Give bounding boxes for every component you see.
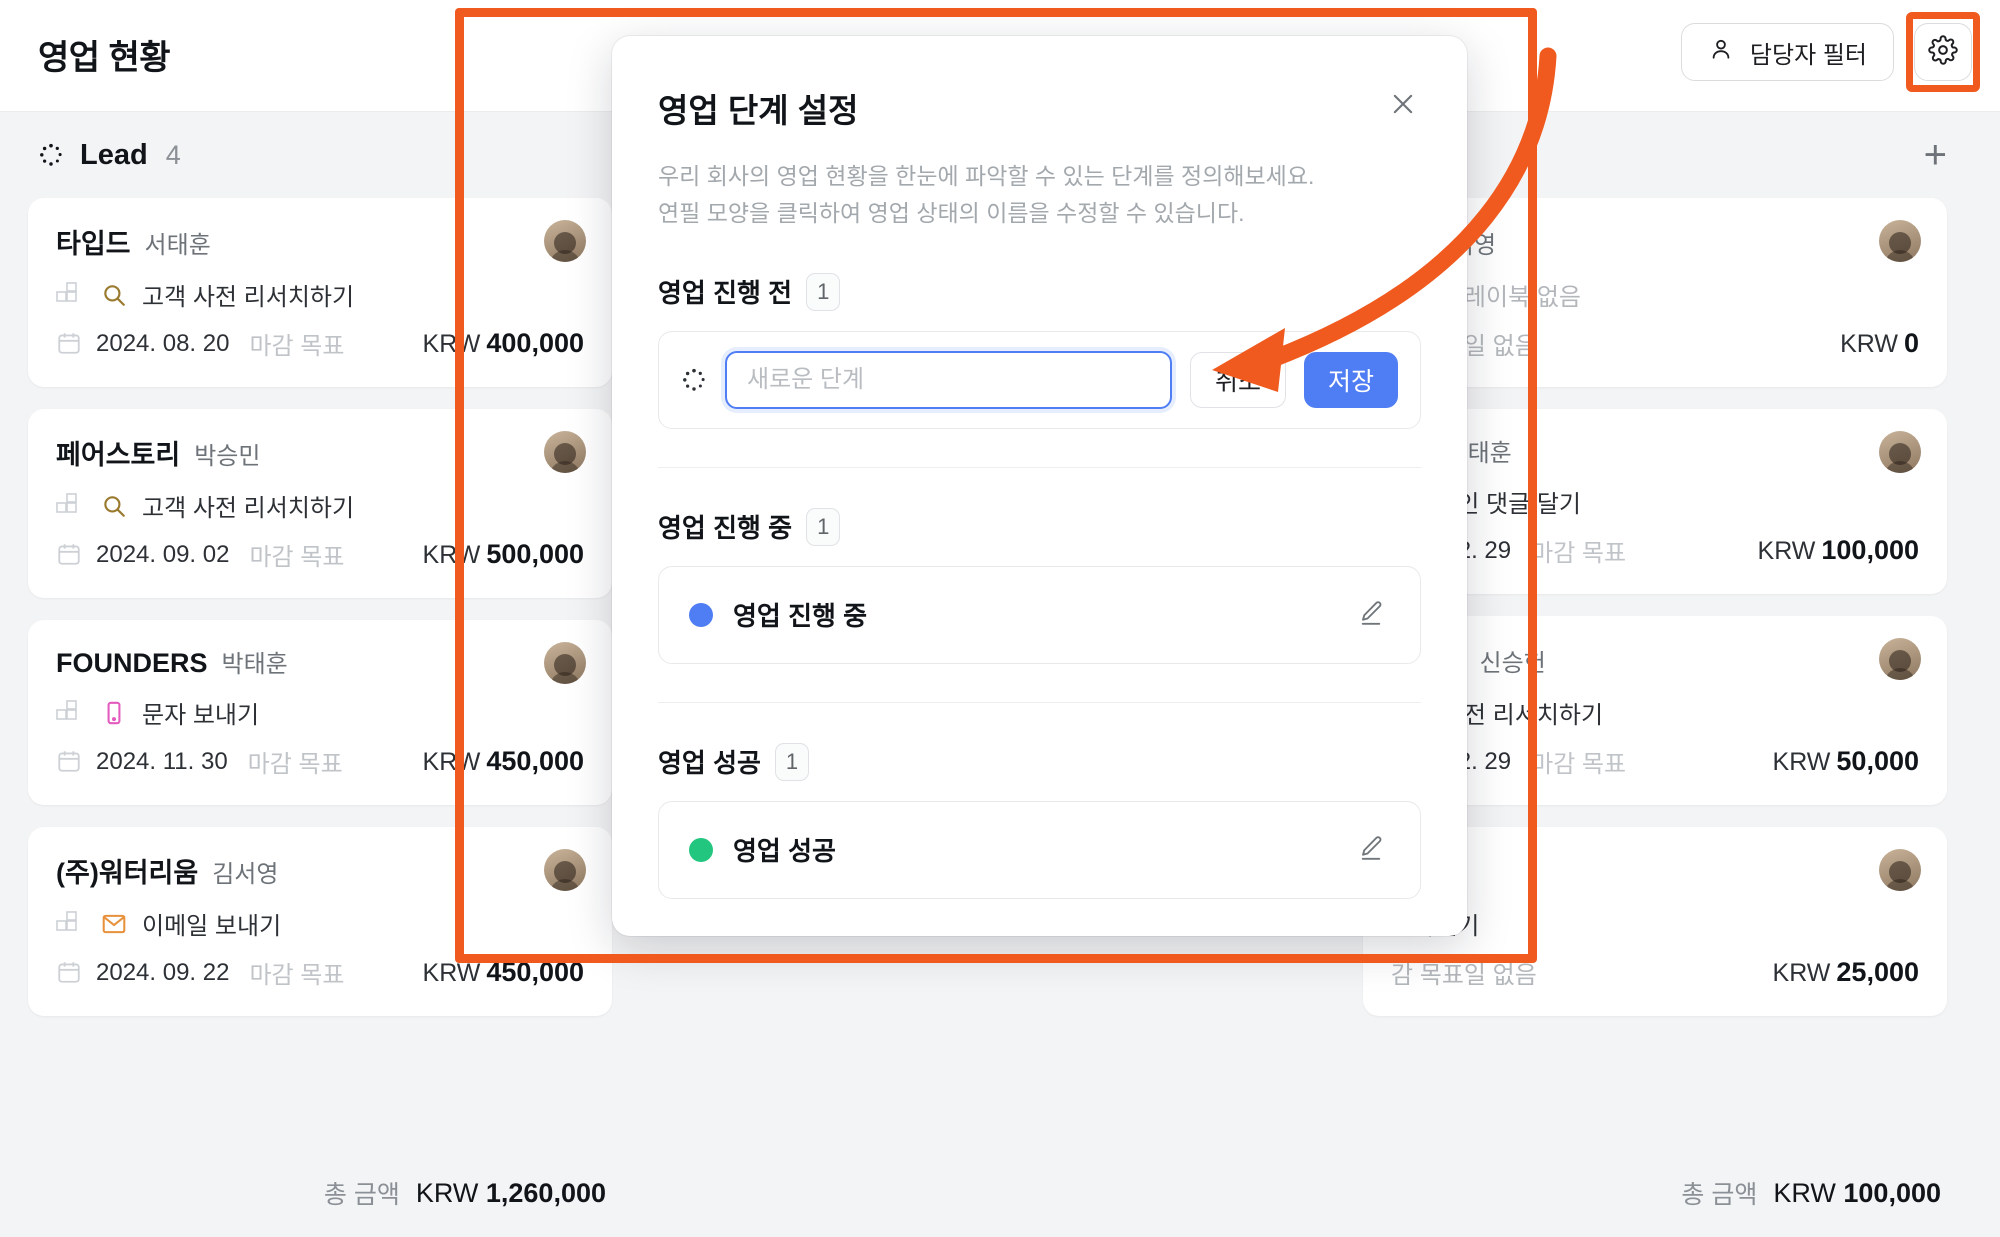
close-button[interactable] (1383, 86, 1423, 126)
section-count: 1 (774, 742, 810, 781)
cancel-button[interactable]: 취소 (1189, 351, 1286, 408)
new-stage-row: 취소 저장 (681, 332, 1398, 428)
section-count: 1 (806, 272, 841, 311)
section-box: 취소 저장 (658, 330, 1421, 429)
section-box: 영업 진행 중 (658, 565, 1421, 664)
stage-row[interactable]: 영업 진행 중 (681, 567, 1398, 663)
pencil-icon[interactable] (1356, 833, 1390, 867)
stage-section-success: 영업 성공 1 영업 성공 (658, 742, 1421, 899)
modal-description-line-2: 연필 모양을 클릭하여 영업 상태의 이름을 수정할 수 있습니다. (658, 200, 1245, 227)
stage-name: 영업 진행 중 (733, 601, 868, 631)
modal-title: 영업 단계 설정 (658, 92, 859, 129)
stage-name: 영업 성공 (733, 836, 836, 866)
section-header: 영업 성공 1 (658, 742, 1421, 781)
section-title: 영업 진행 중 (658, 513, 793, 543)
section-header: 영업 진행 전 1 (658, 272, 1421, 311)
stage-color-dot (689, 837, 713, 862)
stage-color-dot (689, 602, 713, 627)
section-count: 1 (806, 507, 841, 546)
divider (658, 466, 1421, 468)
close-icon (1388, 89, 1418, 124)
new-stage-input[interactable] (725, 350, 1172, 409)
section-title: 영업 진행 전 (658, 278, 793, 308)
sales-stage-settings-modal: 영업 단계 설정 우리 회사의 영업 현황을 한눈에 파악할 수 있는 단계를 … (612, 36, 1467, 936)
stage-section-before: 영업 진행 전 1 새로운 단계 취소 저장 (658, 272, 1421, 429)
dotted-circle-icon (681, 367, 707, 393)
modal-description-line-1: 우리 회사의 영업 현황을 한눈에 파악할 수 있는 단계를 정의해보세요. (658, 163, 1315, 189)
pencil-icon[interactable] (1356, 598, 1390, 632)
stage-row[interactable]: 영업 성공 (681, 802, 1398, 898)
section-header: 영업 진행 중 1 (658, 507, 1421, 546)
modal-description: 우리 회사의 영업 현황을 한눈에 파악할 수 있는 단계를 정의해보세요. 연… (658, 158, 1421, 233)
section-box: 영업 성공 (658, 800, 1421, 899)
section-title: 영업 성공 (658, 748, 761, 778)
stage-section-inprogress: 영업 진행 중 1 영업 진행 중 (658, 507, 1421, 664)
app-root: 영업 현황 담당자 필터 Lead 4 타입드 서태훈 고객 사전 리서치하기 … (0, 0, 2000, 1237)
save-button[interactable]: 저장 (1303, 351, 1398, 408)
divider (658, 701, 1421, 703)
